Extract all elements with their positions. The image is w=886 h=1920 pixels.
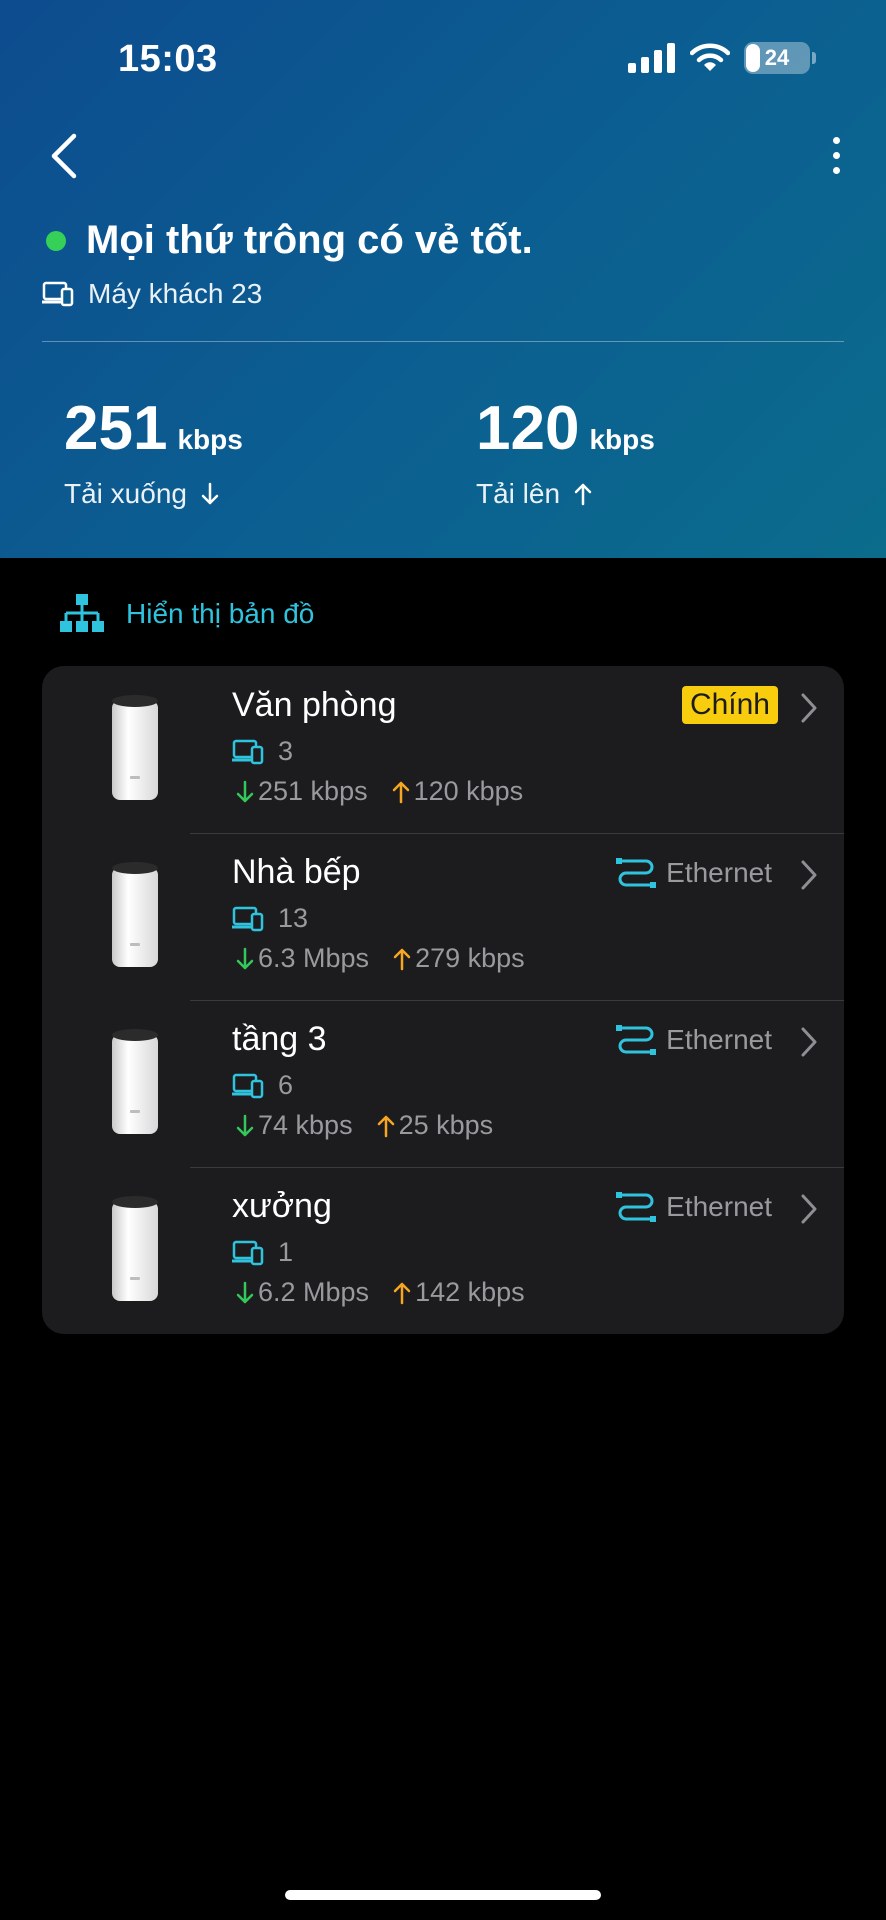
deco-device-icon [112,1196,158,1301]
show-map-link[interactable]: Hiển thị bản đồ [60,594,314,634]
header-panel: 15:03 24 Mọi thứ trông có vẻ tốt. Máy kh… [0,0,886,558]
show-map-label: Hiển thị bản đồ [126,598,315,629]
arrow-down-icon [236,1114,254,1136]
device-row[interactable]: Văn phòng Chính 3 251 kbps 120 kbps [42,666,844,833]
device-client-count: 6 [278,1070,294,1100]
deco-device-icon [112,862,158,967]
arrow-down-icon [236,1281,254,1303]
status-ok-icon [46,230,66,251]
chevron-right-icon [801,1027,817,1057]
arrow-up-icon [377,1115,394,1137]
ethernet-icon [616,858,657,888]
battery-icon: 24 [744,42,816,74]
device-name: xưởng [232,1187,332,1225]
device-client-count: 13 [278,903,309,933]
wifi-icon [690,43,730,71]
row-divider [190,833,844,834]
download-label: Tải xuống [64,478,187,509]
connection-type: Ethernet [616,1191,772,1223]
device-download: 251 kbps [258,776,368,806]
network-health: Mọi thứ trông có vẻ tốt. [46,218,533,263]
device-upload: 142 kbps [415,1277,525,1307]
network-map-icon [60,594,104,632]
download-unit: kbps [177,424,243,455]
chevron-right-icon [801,1194,817,1224]
arrow-down-icon [201,482,219,505]
upload-unit: kbps [589,424,655,455]
connection-type: Ethernet [616,857,772,889]
devices-icon [42,281,74,307]
connection-type-label: Ethernet [666,1024,772,1055]
arrow-down-icon [236,780,254,802]
connection-type: Ethernet [616,1024,772,1056]
arrow-down-icon [236,947,254,969]
ethernet-icon [616,1025,657,1055]
devices-icon [232,739,264,764]
battery-level: 24 [764,45,790,70]
device-list: Văn phòng Chính 3 251 kbps 120 kbps Nhà … [42,666,844,1334]
upload-value: 120 [476,394,580,463]
device-download: 6.3 Mbps [258,943,370,973]
status-icons: 24 [628,42,816,74]
deco-device-icon [112,695,158,800]
arrow-up-icon [393,948,411,970]
devices-icon [232,1240,264,1265]
signal-icon [628,43,675,73]
clients-label: Máy khách 23 [88,278,263,309]
row-divider [190,1000,844,1001]
health-text: Mọi thứ trông có vẻ tốt. [86,218,533,262]
connection-type-label: Ethernet [666,857,772,888]
client-count: Máy khách 23 [42,278,262,310]
back-button[interactable] [42,128,86,184]
ethernet-icon [616,1192,657,1222]
device-client-count: 1 [278,1237,294,1267]
more-options-button[interactable] [816,130,856,180]
chevron-right-icon [801,693,817,723]
connection-type-label: Ethernet [666,1191,772,1222]
devices-icon [232,1073,264,1098]
device-row[interactable]: tầng 3 Ethernet 6 74 kbps 25 kbps [42,1000,844,1167]
arrow-up-icon [392,781,409,803]
main-badge: Chính [681,686,778,724]
chevron-left-icon [51,133,77,179]
devices-icon [232,906,264,931]
upload-rate: 120 kbps Tải lên [476,398,655,510]
device-name: Văn phòng [232,686,397,724]
device-name: tầng 3 [232,1020,327,1058]
row-divider [190,1167,844,1168]
arrow-up-icon [393,1282,411,1304]
device-row[interactable]: xưởng Ethernet 1 6.2 Mbps 142 kbps [42,1167,844,1334]
download-value: 251 [64,394,168,463]
device-upload: 279 kbps [415,943,525,973]
device-upload: 120 kbps [413,776,524,806]
chevron-right-icon [801,860,817,890]
home-indicator[interactable] [285,1890,601,1900]
deco-device-icon [112,1029,158,1134]
device-download: 74 kbps [258,1110,353,1140]
download-rate: 251 kbps Tải xuống [64,398,243,510]
arrow-up-icon [574,483,592,506]
divider [42,341,844,342]
device-client-count: 3 [278,736,294,766]
status-time: 15:03 [118,38,218,80]
device-row[interactable]: Nhà bếp Ethernet 13 6.3 Mbps 279 kbps [42,833,844,1000]
upload-label: Tải lên [476,478,561,509]
device-download: 6.2 Mbps [258,1277,370,1307]
device-name: Nhà bếp [232,853,361,891]
device-upload: 25 kbps [398,1110,494,1140]
